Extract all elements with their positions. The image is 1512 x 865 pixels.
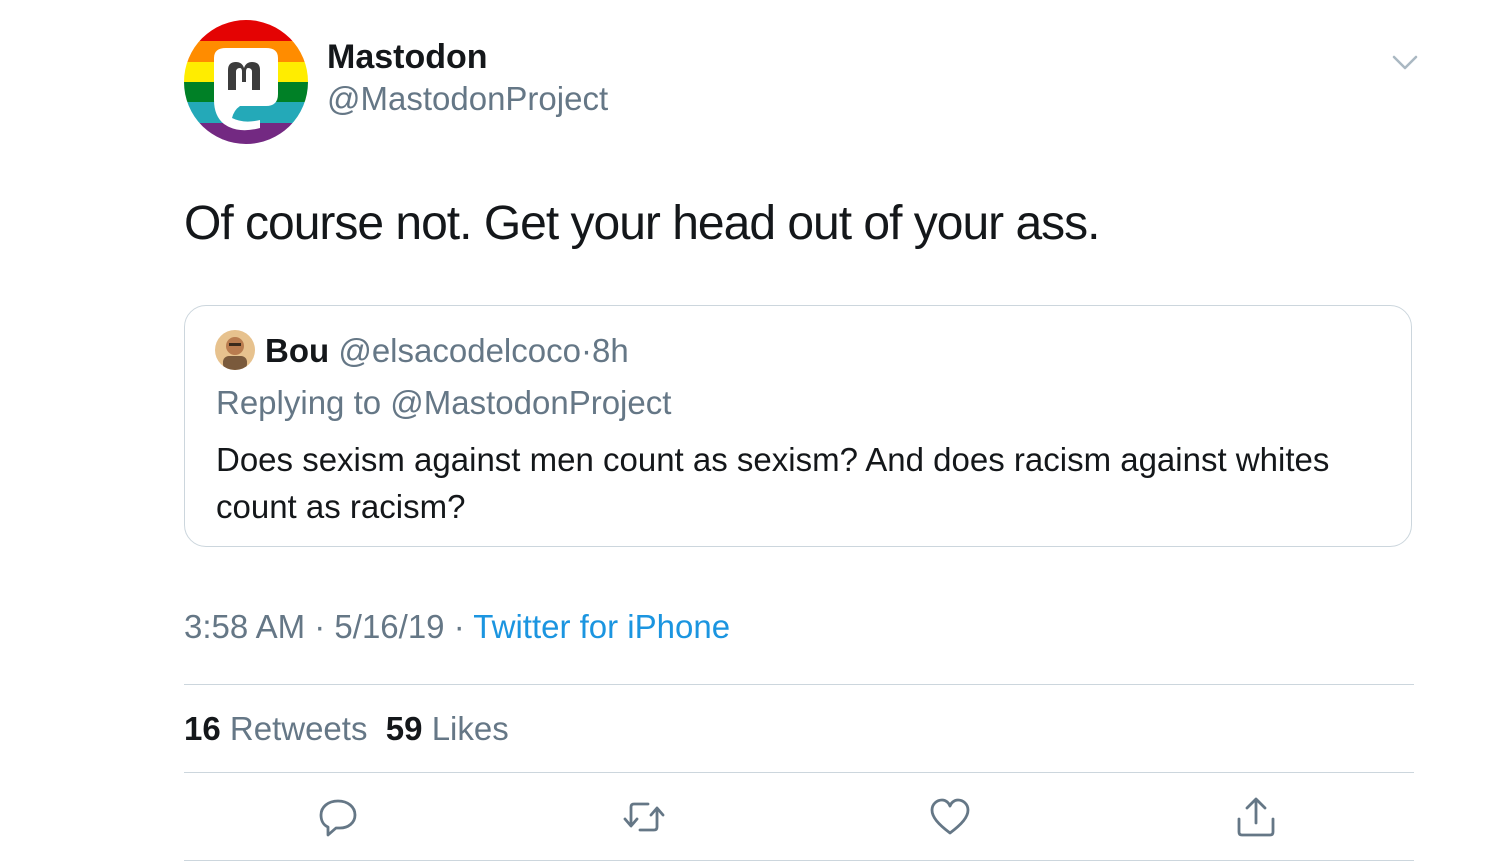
meta-separator-2: · [453, 608, 465, 645]
share-icon [1237, 797, 1275, 837]
tweet-time: 3:58 AM [184, 608, 306, 645]
tweet-source-link[interactable]: Twitter for iPhone [473, 608, 730, 645]
tweet-date: 5/16/19 [334, 608, 445, 645]
quoted-name: Bou [265, 332, 330, 369]
tweet-text: Of course not. Get your head out of your… [184, 197, 1101, 250]
retweet-icon [623, 802, 665, 832]
quoted-tweet-card[interactable]: Bou @elsacodelcoco·8h Replying to @Masto… [184, 305, 1412, 547]
likes-label[interactable]: Likes [432, 710, 509, 747]
quoted-header: Bou @elsacodelcoco·8h [265, 332, 629, 370]
mastodon-logo-icon [184, 20, 308, 144]
divider-top [184, 684, 1414, 685]
quoted-avatar [215, 330, 255, 370]
tweet-meta: 3:58 AM · 5/16/19 · Twitter for iPhone [184, 608, 730, 646]
quoted-text: Does sexism against men count as sexism?… [216, 441, 1330, 525]
retweet-button[interactable] [622, 795, 666, 839]
author-name[interactable]: Mastodon [327, 38, 488, 77]
chevron-down-icon[interactable] [1390, 52, 1420, 72]
divider-middle [184, 772, 1414, 773]
share-button[interactable] [1234, 795, 1278, 839]
author-handle[interactable]: @MastodonProject [327, 80, 608, 118]
author-avatar[interactable] [184, 20, 308, 144]
meta-separator-1: · [314, 608, 326, 645]
like-button[interactable] [928, 795, 972, 839]
retweets-count[interactable]: 16 [184, 710, 221, 747]
tweet-stats: 16 Retweets 59 Likes [184, 710, 509, 748]
likes-count[interactable]: 59 [386, 710, 423, 747]
quoted-age: 8h [591, 332, 629, 369]
reply-button[interactable] [316, 795, 360, 839]
heart-icon [930, 798, 970, 835]
reply-icon [319, 799, 357, 837]
quoted-replying-to: Replying to @MastodonProject [216, 384, 672, 421]
quoted-handle: @elsacodelcoco [338, 332, 581, 369]
quoted-separator: · [580, 332, 592, 369]
divider-bottom [184, 860, 1414, 861]
retweets-label[interactable]: Retweets [230, 710, 368, 747]
